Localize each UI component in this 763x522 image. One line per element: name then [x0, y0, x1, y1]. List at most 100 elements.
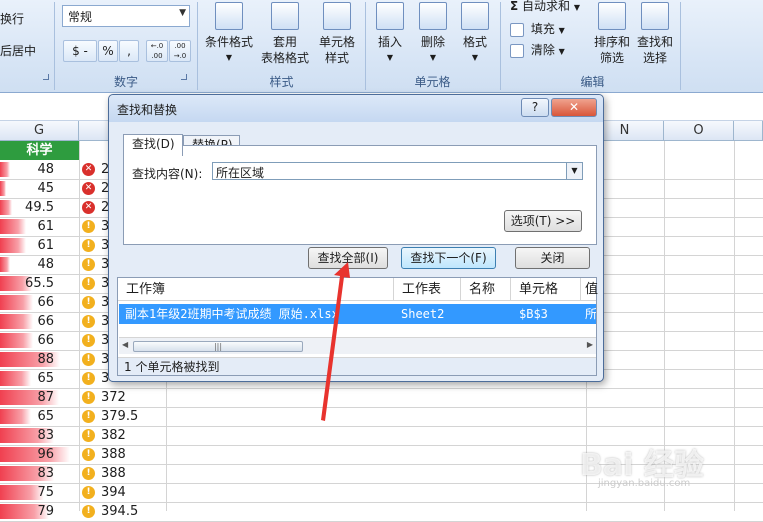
fill-button[interactable]: 填充 ▼	[510, 20, 565, 37]
dialog-launcher-icon[interactable]	[43, 74, 49, 80]
science-cell[interactable]: 45	[0, 179, 79, 198]
science-cell[interactable]: 83	[0, 426, 79, 445]
science-cell[interactable]: 61	[0, 236, 79, 255]
chevron-down-icon: ▼	[225, 53, 233, 62]
decrease-decimal-label: .00 →.0	[173, 42, 187, 60]
increase-decimal-button[interactable]: ←.0 .00	[146, 40, 168, 62]
horizontal-scrollbar[interactable]: ◀ ||| ▶	[119, 337, 596, 354]
results-header-workbook[interactable]: 工作簿	[118, 278, 394, 301]
cell-value: 61	[37, 219, 54, 234]
format-button[interactable]: 格式 ▼	[455, 0, 495, 66]
science-cell[interactable]: 66	[0, 293, 79, 312]
delete-label: 删除	[420, 35, 445, 49]
sort-filter-icon	[598, 2, 626, 30]
cell-value: 48	[37, 257, 54, 272]
science-cell[interactable]: 65	[0, 407, 79, 426]
delete-icon	[419, 2, 447, 30]
science-cell[interactable]: 87	[0, 388, 79, 407]
science-cell[interactable]: 75	[0, 483, 79, 502]
autosum-button[interactable]: Σ 自动求和 ▼	[510, 0, 580, 14]
science-cell[interactable]: 48	[0, 255, 79, 274]
fill-label: 填充	[530, 22, 555, 36]
results-list[interactable]: 工作簿 工作表 名称 单元格 值 副本1年级2班期中考试成绩 原始.xlsx S…	[117, 277, 598, 376]
tab-find[interactable]: 查找(D)	[123, 134, 183, 156]
close-window-button[interactable]: ✕	[551, 98, 597, 117]
science-cell[interactable]: 61	[0, 217, 79, 236]
total-cell[interactable]: ! 379.5	[79, 407, 166, 426]
clear-button[interactable]: 清除 ▼	[510, 41, 565, 58]
eraser-icon	[510, 43, 524, 58]
percent-button[interactable]: %	[98, 40, 118, 62]
find-select-button[interactable]: 查找和 选择	[632, 0, 678, 66]
science-cell[interactable]: 96	[0, 445, 79, 464]
conditional-format-button[interactable]: 条件格式 ▼	[200, 0, 258, 66]
total-cell[interactable]: ! 388	[79, 464, 166, 483]
dialog-titlebar[interactable]: 查找和替换 ? ✕	[109, 95, 603, 122]
cell-value: 61	[37, 238, 54, 253]
group-separator	[54, 2, 55, 90]
science-cell[interactable]: 79	[0, 502, 79, 521]
science-cell[interactable]: 48	[0, 160, 79, 179]
cell-value: 88	[37, 352, 54, 367]
total-cell[interactable]: ! 394	[79, 483, 166, 502]
delete-button[interactable]: 删除 ▼	[413, 0, 453, 66]
dialog-title: 查找和替换	[117, 103, 178, 117]
results-header-name[interactable]: 名称	[461, 278, 511, 301]
total-cell[interactable]: ! 394.5	[79, 502, 166, 521]
cell-value: 66	[37, 333, 54, 348]
column-header-next[interactable]	[734, 121, 763, 141]
options-button[interactable]: 选项(T) >>	[504, 210, 582, 232]
group-separator	[680, 2, 681, 90]
science-cell[interactable]: 65.5	[0, 274, 79, 293]
yellow-warning-icon: !	[82, 391, 95, 404]
merge-center-button[interactable]: 后居中	[0, 42, 36, 59]
sort-filter-button[interactable]: 排序和 筛选	[588, 0, 636, 66]
close-button[interactable]: 关闭	[515, 247, 590, 269]
table-format-icon	[271, 2, 299, 30]
science-cell[interactable]: 88	[0, 350, 79, 369]
science-column-header[interactable]: 科学	[0, 141, 79, 160]
total-cell[interactable]: ! 382	[79, 426, 166, 445]
chevron-down-icon[interactable]: ▼	[566, 163, 582, 179]
results-header-cell[interactable]: 单元格	[511, 278, 581, 301]
science-cell[interactable]: 83	[0, 464, 79, 483]
comma-button[interactable]: ,	[119, 40, 139, 62]
total-cell[interactable]: ! 372	[79, 388, 166, 407]
cell-value: 394	[101, 485, 126, 500]
column-header-g[interactable]: G	[0, 121, 79, 141]
chevron-down-icon: ▼	[558, 47, 565, 56]
decrease-decimal-button[interactable]: .00 →.0	[169, 40, 191, 62]
group-separator	[197, 2, 198, 90]
scroll-left-icon[interactable]: ◀	[122, 340, 128, 349]
science-cell[interactable]: 65	[0, 369, 79, 388]
currency-button[interactable]: $ -	[63, 40, 97, 62]
wrap-text-button[interactable]: 换行	[0, 10, 24, 27]
results-header-value[interactable]: 值	[581, 278, 598, 301]
options-label: 选项(T) >>	[510, 214, 576, 228]
science-cell[interactable]: 49.5	[0, 198, 79, 217]
data-bar	[0, 409, 31, 424]
find-all-label: 查找全部(I)	[317, 251, 379, 265]
number-format-value: 常规	[68, 10, 93, 24]
number-format-select[interactable]: 常规 ▼	[62, 5, 190, 27]
total-cell[interactable]: ! 388	[79, 445, 166, 464]
result-row[interactable]: 副本1年级2班期中考试成绩 原始.xlsx Sheet2 $B$3 所	[119, 304, 596, 324]
science-cell[interactable]: 66	[0, 312, 79, 331]
dialog-launcher-icon[interactable]	[181, 74, 187, 80]
table-format-button[interactable]: 套用 表格格式	[255, 0, 315, 66]
scroll-right-icon[interactable]: ▶	[587, 340, 593, 349]
find-all-button[interactable]: 查找全部(I)	[308, 247, 388, 269]
insert-button[interactable]: 插入 ▼	[370, 0, 410, 66]
column-header-o[interactable]: O	[664, 121, 734, 141]
cell-value: 79	[37, 504, 54, 519]
help-button[interactable]: ?	[521, 98, 549, 117]
find-next-button[interactable]: 查找下一个(F)	[401, 247, 496, 269]
results-header-sheet[interactable]: 工作表	[394, 278, 461, 301]
yellow-warning-icon: !	[82, 239, 95, 252]
red-x-status-icon: ✕	[82, 163, 95, 176]
binoculars-icon	[641, 2, 669, 30]
find-what-input[interactable]: 所在区域 ▼	[212, 162, 583, 180]
cell-styles-button[interactable]: 单元格 样式	[313, 0, 361, 66]
science-cell[interactable]: 66	[0, 331, 79, 350]
scrollbar-thumb[interactable]: |||	[133, 341, 303, 352]
